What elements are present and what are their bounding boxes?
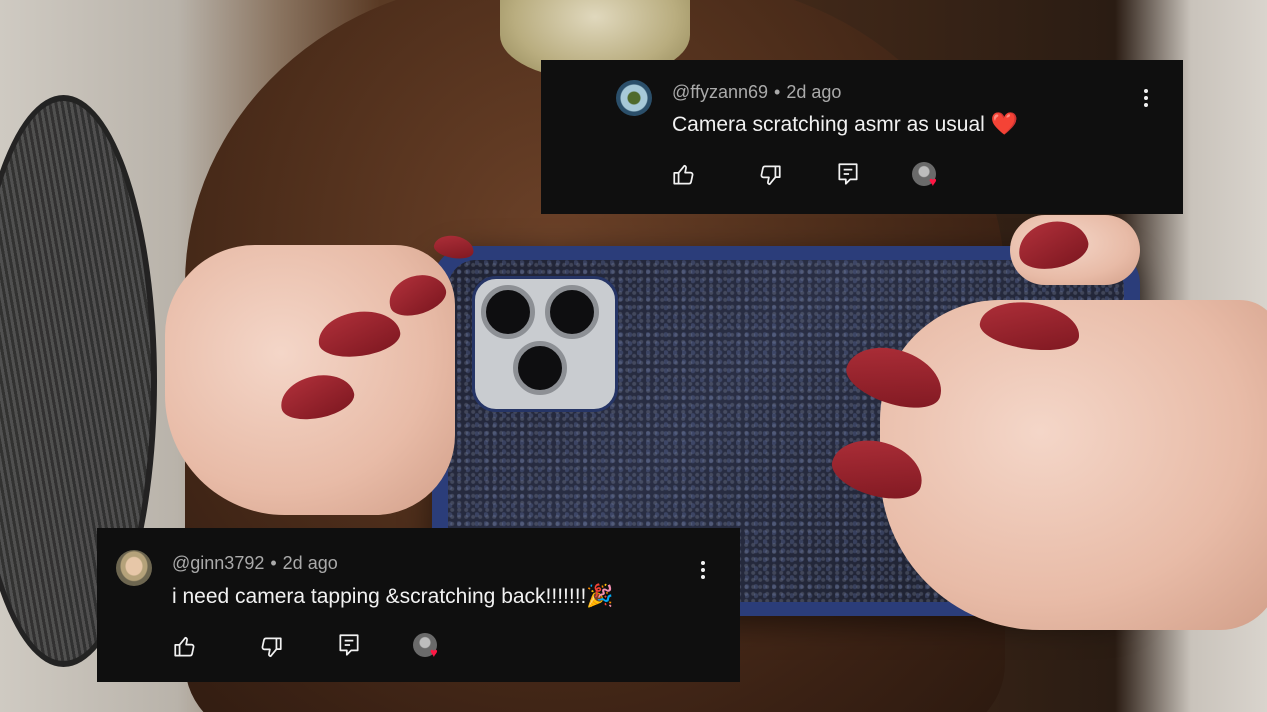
meta-separator: • <box>774 82 781 102</box>
reply-icon[interactable] <box>336 632 362 658</box>
like-icon[interactable] <box>172 634 198 660</box>
right-hand <box>880 300 1267 630</box>
comment-author[interactable]: @ffyzann69 <box>672 82 768 102</box>
meta-separator: • <box>270 553 277 573</box>
avatar[interactable] <box>616 80 652 116</box>
comment-text: Camera scratching asmr as usual ❤️ <box>672 111 1018 137</box>
comment-card: @ginn3792 • 2d ago i need camera tapping &… <box>97 528 740 682</box>
comment-age: 2d ago <box>786 82 842 102</box>
comment-meta: @ffyzann69 • 2d ago <box>672 82 841 103</box>
camera-lens <box>481 285 535 339</box>
camera-module <box>472 276 618 412</box>
comment-meta: @ginn3792 • 2d ago <box>172 553 338 574</box>
comment-body: i need camera tapping &scratching back!!… <box>172 585 587 608</box>
heart-badge-icon: ♥ <box>430 645 438 660</box>
dislike-icon[interactable] <box>757 162 783 188</box>
heart-badge-icon: ♥ <box>929 174 937 189</box>
reply-icon[interactable] <box>835 161 861 187</box>
dislike-icon[interactable] <box>258 634 284 660</box>
comment-age: 2d ago <box>282 553 338 573</box>
comment-author[interactable]: @ginn3792 <box>172 553 264 573</box>
camera-lens <box>545 285 599 339</box>
more-options-icon[interactable] <box>1134 86 1158 110</box>
more-options-icon[interactable] <box>691 558 715 582</box>
party-popper-emoji: 🎉 <box>586 583 614 608</box>
comment-card: @ffyzann69 • 2d ago Camera scratching asmr… <box>541 60 1183 214</box>
comment-body: Camera scratching asmr as usual <box>672 113 991 136</box>
camera-lens <box>513 341 567 395</box>
like-icon[interactable] <box>671 162 697 188</box>
avatar[interactable] <box>116 550 152 586</box>
heart-emoji: ❤️ <box>990 111 1019 136</box>
comment-text: i need camera tapping &scratching back!!… <box>172 583 614 609</box>
